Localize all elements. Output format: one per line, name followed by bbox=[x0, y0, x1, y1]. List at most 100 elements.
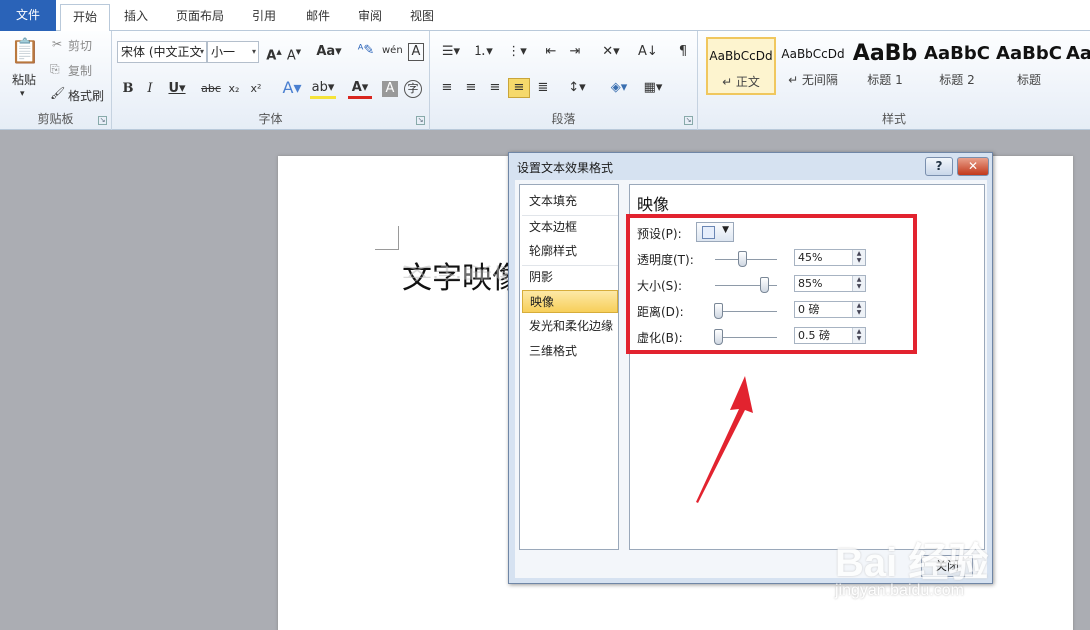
paste-icon[interactable]: 📋 bbox=[10, 35, 40, 67]
baidu-watermark: Bai 经验 jingyan.baidu.com bbox=[835, 522, 1090, 627]
nav-text-fill[interactable]: 文本填充 bbox=[522, 190, 618, 213]
multilevel-list-icon[interactable]: ⋮▾ bbox=[504, 44, 530, 60]
nav-reflection[interactable]: 映像 bbox=[522, 290, 618, 313]
grow-font-icon[interactable]: A▲ bbox=[266, 44, 282, 64]
show-marks-icon[interactable]: ¶ bbox=[674, 44, 692, 60]
font-group-label: 字体 bbox=[258, 112, 283, 126]
cut-button[interactable]: 剪切 bbox=[68, 37, 92, 54]
align-left-icon[interactable]: ≡ bbox=[438, 80, 456, 96]
tab-file[interactable]: 文件 bbox=[0, 0, 56, 31]
style-preview: AaBbCcDd bbox=[709, 49, 773, 63]
annotation-highlight-box bbox=[626, 214, 917, 354]
style-preview: AaBbC bbox=[924, 43, 990, 64]
font-size-combo[interactable]: 小一 ▾ bbox=[207, 41, 259, 63]
format-painter-button[interactable]: 格式刷 bbox=[68, 87, 104, 104]
underline-icon[interactable]: U▾ bbox=[166, 81, 188, 97]
font-group: 宋体 (中文正文 ▾ 小一 ▾ A▲ A▼ Aa▾ ᴬ✎ wén A B I U▾ … bbox=[112, 31, 430, 130]
paragraph-launcher-icon[interactable]: ↘ bbox=[684, 116, 693, 125]
style-subtitle-partial[interactable]: Aa bbox=[1066, 37, 1090, 95]
paragraph-group: ☰▾ ⒈▾ ⋮▾ ⇤ ⇥ ✕▾ A↓ ¶ ≡ ≡ ≡ ≡ ≣ ↕▾ ◈▾ ▦▾ … bbox=[430, 31, 698, 130]
tab-home[interactable]: 开始 bbox=[60, 4, 110, 32]
enclose-characters-icon[interactable]: 字 bbox=[404, 80, 422, 98]
font-name-combo[interactable]: 宋体 (中文正文 ▾ bbox=[117, 41, 207, 63]
sort-icon[interactable]: A↓ bbox=[638, 44, 658, 60]
style-name: 标题 bbox=[1016, 73, 1041, 87]
cut-icon: ✂ bbox=[52, 37, 63, 51]
copy-icon: ⎘ bbox=[50, 62, 60, 76]
shrink-font-icon[interactable]: A▼ bbox=[286, 44, 302, 64]
clipboard-launcher-icon[interactable]: ↘ bbox=[98, 116, 107, 125]
borders-icon[interactable]: ▦▾ bbox=[640, 80, 666, 96]
copy-button[interactable]: 复制 bbox=[68, 62, 92, 79]
decrease-indent-icon[interactable]: ⇤ bbox=[542, 44, 560, 60]
clear-formatting-icon[interactable]: ᴬ✎ bbox=[357, 43, 375, 59]
phonetic-guide-icon[interactable]: wén bbox=[382, 43, 403, 59]
style-name: ↵ 无间隔 bbox=[788, 73, 838, 87]
subscript-icon[interactable]: x₂ bbox=[226, 81, 242, 97]
paragraph-group-label: 段落 bbox=[551, 112, 576, 126]
font-color-icon[interactable]: A▾ bbox=[348, 80, 372, 99]
tab-references[interactable]: 引用 bbox=[240, 4, 288, 31]
chevron-down-icon: ▾ bbox=[251, 47, 256, 56]
line-spacing-icon[interactable]: ↕▾ bbox=[564, 80, 590, 96]
ribbon: 📋 粘贴 ▾ ✂ 剪切 ⎘ 复制 🖌 格式刷 剪贴板 ↘ 宋体 (中文正文 ▾ 小… bbox=[0, 31, 1090, 130]
nav-3d-format[interactable]: 三维格式 bbox=[522, 340, 618, 363]
italic-icon[interactable]: I bbox=[142, 81, 158, 97]
style-preview: AaBbCcDd bbox=[781, 47, 845, 61]
paste-dropdown-icon[interactable]: ▾ bbox=[20, 89, 25, 99]
style-heading-1[interactable]: AaBb 标题 1 bbox=[850, 37, 920, 95]
margin-crop-mark bbox=[375, 226, 399, 250]
align-center-icon[interactable]: ≡ bbox=[462, 80, 480, 96]
tab-insert[interactable]: 插入 bbox=[114, 4, 158, 31]
font-launcher-icon[interactable]: ↘ bbox=[416, 116, 425, 125]
highlight-color-icon[interactable]: ab▾ bbox=[310, 80, 336, 99]
paste-button[interactable]: 粘贴 bbox=[12, 71, 36, 88]
style-preview: AaBbC bbox=[996, 43, 1062, 64]
clipboard-group: 📋 粘贴 ▾ ✂ 剪切 ⎘ 复制 🖌 格式刷 剪贴板 ↘ bbox=[0, 31, 112, 130]
distributed-icon[interactable]: ≣ bbox=[534, 80, 552, 96]
numbering-icon[interactable]: ⒈▾ bbox=[470, 44, 496, 60]
tab-review[interactable]: 审阅 bbox=[346, 4, 394, 31]
increase-indent-icon[interactable]: ⇥ bbox=[566, 44, 584, 60]
styles-group: AaBbCcDd ↵ 正文 AaBbCcDd ↵ 无间隔 AaBb 标题 1 A… bbox=[698, 31, 1090, 130]
chinese-layout-icon[interactable]: ✕▾ bbox=[598, 44, 624, 60]
nav-outline-style[interactable]: 轮廓样式 bbox=[522, 240, 618, 263]
justify-icon[interactable]: ≡ bbox=[508, 78, 530, 98]
tab-view[interactable]: 视图 bbox=[398, 4, 446, 31]
superscript-icon[interactable]: x² bbox=[248, 81, 264, 97]
annotation-arrow-icon bbox=[696, 376, 753, 503]
nav-glow-soft-edges[interactable]: 发光和柔化边缘 bbox=[522, 315, 618, 338]
chevron-down-icon: ▾ bbox=[199, 47, 204, 56]
style-no-spacing[interactable]: AaBbCcDd ↵ 无间隔 bbox=[778, 37, 848, 95]
text-effects-icon[interactable]: A▾ bbox=[280, 80, 304, 96]
nav-text-outline[interactable]: 文本边框 bbox=[522, 216, 618, 239]
shading-icon[interactable]: ◈▾ bbox=[606, 80, 632, 96]
nav-shadow[interactable]: 阴影 bbox=[522, 266, 618, 289]
style-name: 标题 2 bbox=[939, 73, 975, 87]
bold-icon[interactable]: B bbox=[120, 81, 136, 97]
style-preview: AaBb bbox=[852, 41, 918, 66]
change-case-icon[interactable]: Aa▾ bbox=[316, 44, 342, 60]
character-border-icon[interactable]: A bbox=[408, 43, 424, 61]
font-name-value: 宋体 (中文正文 bbox=[121, 45, 202, 59]
style-heading-2[interactable]: AaBbC 标题 2 bbox=[922, 37, 992, 95]
clipboard-group-label: 剪贴板 bbox=[37, 112, 74, 126]
style-normal[interactable]: AaBbCcDd ↵ 正文 bbox=[706, 37, 776, 95]
strikethrough-icon[interactable]: abc bbox=[200, 81, 222, 97]
character-shading-icon[interactable]: A bbox=[382, 81, 398, 97]
watermark-logo: Bai 经验 bbox=[835, 541, 989, 585]
align-right-icon[interactable]: ≡ bbox=[486, 80, 504, 96]
tab-page-layout[interactable]: 页面布局 bbox=[168, 4, 232, 31]
style-title[interactable]: AaBbC 标题 bbox=[994, 37, 1064, 95]
style-preview: Aa bbox=[1066, 43, 1090, 64]
ribbon-tab-bar: 文件 开始 插入 页面布局 引用 邮件 审阅 视图 bbox=[0, 0, 1090, 32]
close-icon[interactable]: ✕ bbox=[957, 157, 989, 176]
style-name: ↵ 正文 bbox=[722, 75, 760, 89]
font-size-value: 小一 bbox=[211, 45, 236, 59]
bullets-icon[interactable]: ☰▾ bbox=[438, 44, 464, 60]
tab-mailings[interactable]: 邮件 bbox=[294, 4, 342, 31]
style-name: 标题 1 bbox=[867, 73, 903, 87]
panel-title: 映像 bbox=[637, 195, 670, 214]
help-button[interactable]: ? bbox=[925, 157, 953, 176]
document-text-reflection: 文字映像 bbox=[402, 262, 522, 282]
